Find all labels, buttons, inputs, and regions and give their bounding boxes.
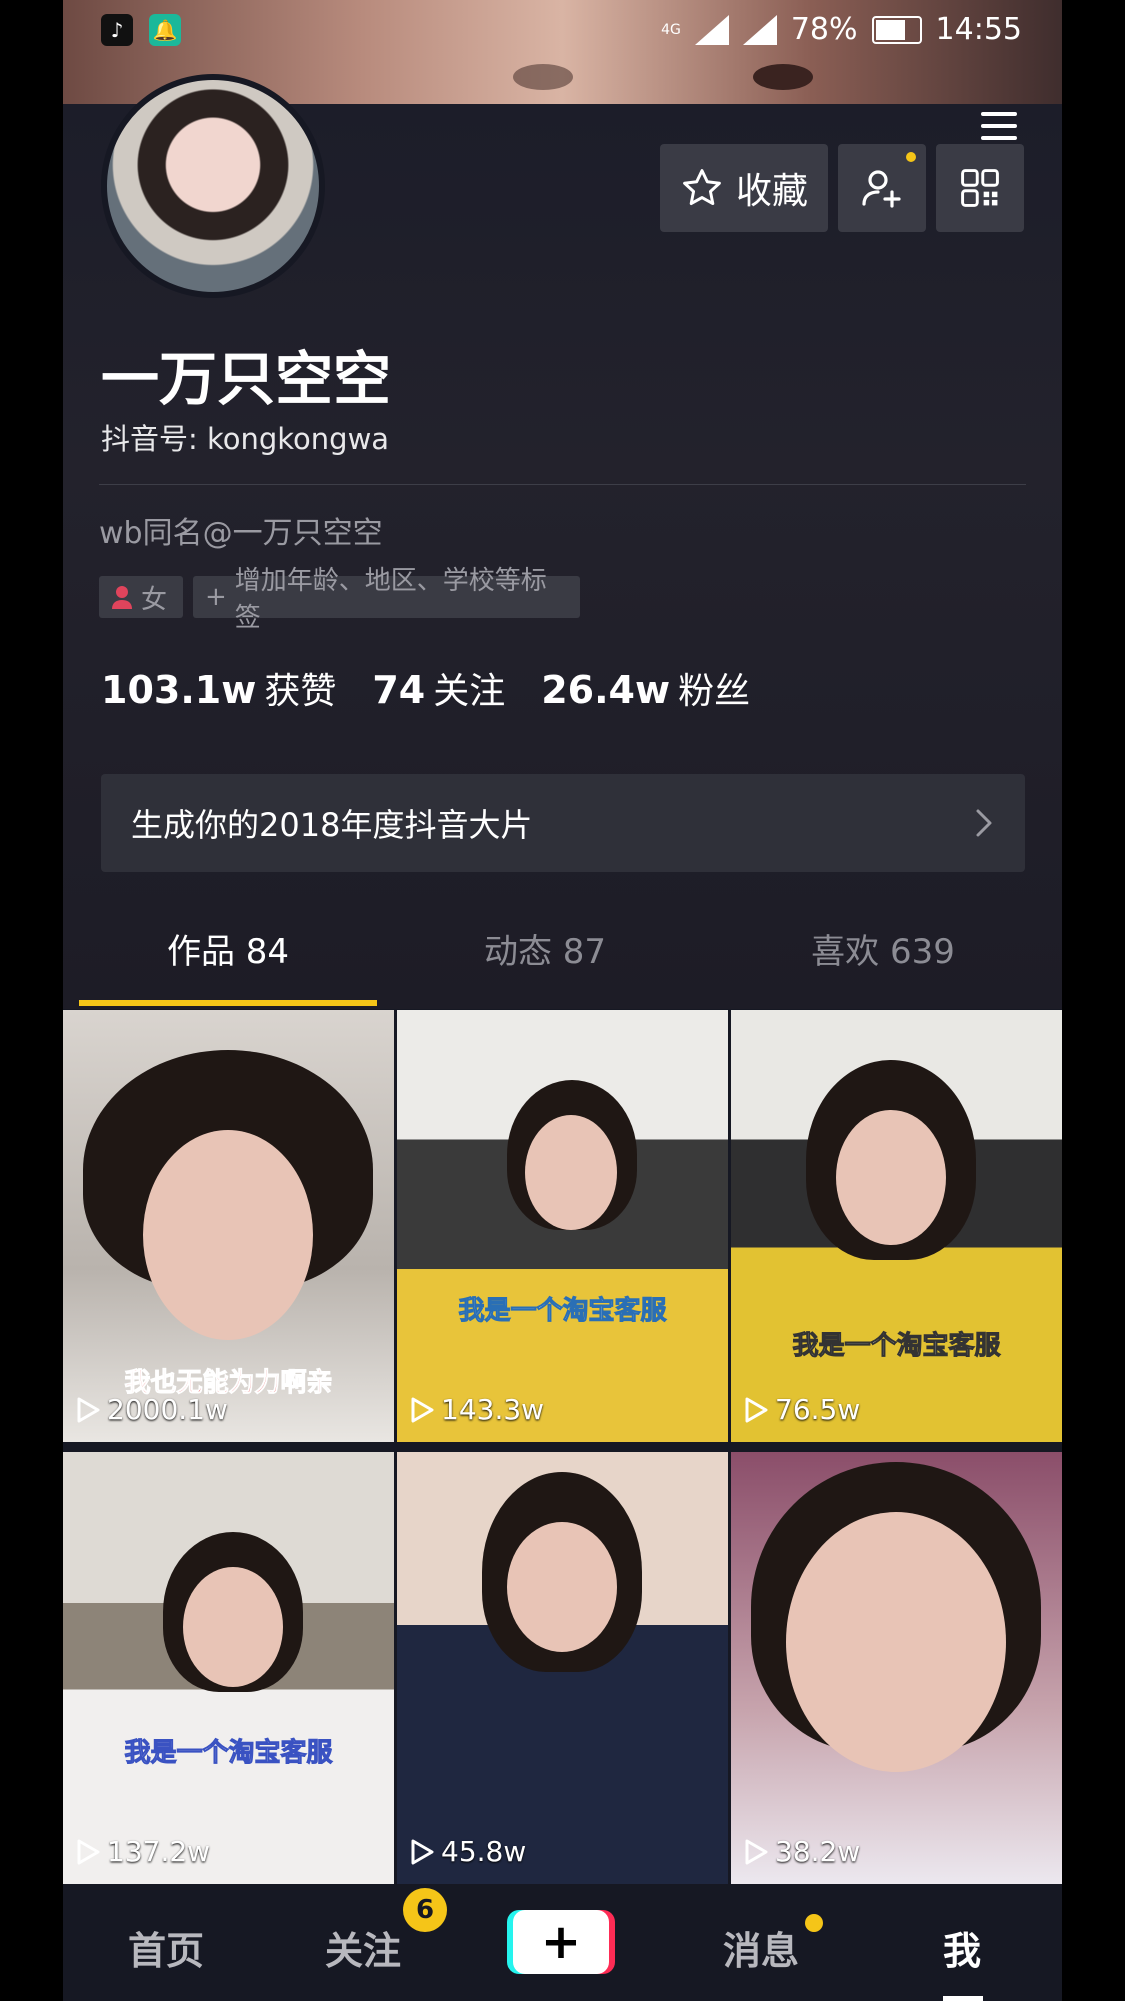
video-caption: 我是一个淘宝客服 [792, 1331, 1001, 1362]
gender-tag: 女 [99, 576, 183, 618]
gender-label: 女 [141, 584, 168, 615]
battery-percent: 78% [790, 12, 858, 47]
annual-video-banner[interactable]: 生成你的2018年度抖音大片 [101, 774, 1025, 872]
favorites-button[interactable]: 收藏 [660, 144, 828, 232]
nav-me[interactable]: 我 [943, 1920, 981, 1975]
cover-eye [513, 64, 573, 90]
play-count-value: 45.8w [441, 1835, 527, 1868]
play-icon [411, 1397, 434, 1422]
add-user-icon [862, 170, 901, 208]
play-count: 137.2w [75, 1835, 210, 1868]
likes-label: 获赞 [264, 671, 337, 712]
tab-works[interactable]: 作品 84 [79, 924, 377, 973]
video-thumbnail[interactable]: 我是一个淘宝客服 76.5w [731, 1010, 1062, 1442]
banner-text: 生成你的2018年度抖音大片 [131, 806, 533, 844]
following-count: 74 [372, 668, 426, 712]
bottom-nav: 首页 关注 6 + 消息 我 [63, 1888, 1062, 2001]
play-count: 76.5w [743, 1393, 860, 1426]
douyin-id: 抖音号: kongkongwa [101, 422, 390, 456]
play-count: 45.8w [409, 1835, 526, 1868]
video-thumbnail[interactable]: 45.8w [397, 1452, 728, 1884]
nav-messages[interactable]: 消息 [723, 1920, 799, 1975]
add-tags-label: 增加年龄、地区、学校等标签 [234, 566, 547, 633]
chevron-right-icon [976, 809, 992, 837]
signal-icon [742, 14, 777, 45]
video-thumbnail[interactable]: 我也无能为力啊亲 2000.1w [63, 1010, 394, 1442]
play-icon [77, 1839, 100, 1864]
divider [99, 484, 1026, 485]
play-icon [77, 1397, 100, 1422]
profile-section: 收藏 一万只空空 抖音号: kongkongwa wb同名@一万只空空 女 + … [63, 74, 1062, 1009]
video-caption: 我是一个淘宝客服 [458, 1296, 667, 1327]
plus-icon: + [205, 582, 227, 612]
tab-likes[interactable]: 喜欢 639 [718, 924, 1048, 973]
nickname: 一万只空空 [101, 345, 392, 413]
followers-count: 26.4w [541, 668, 671, 712]
play-count-value: 2000.1w [107, 1393, 228, 1426]
play-icon [411, 1839, 434, 1864]
play-count: 2000.1w [75, 1393, 228, 1426]
play-count-value: 38.2w [775, 1835, 861, 1868]
add-tags-button[interactable]: + 增加年龄、地区、学校等标签 [193, 566, 580, 633]
bio: wb同名@一万只空空 [99, 516, 383, 551]
following-badge: 6 [403, 1888, 447, 1932]
play-count: 143.3w [409, 1393, 544, 1426]
qr-code-icon [961, 169, 999, 207]
profile-stats: 103.1w 获赞 74 关注 26.4w 粉丝 [101, 662, 750, 714]
following-label: 关注 [433, 671, 506, 712]
favorites-label: 收藏 [735, 171, 808, 212]
messages-dot [805, 1914, 823, 1932]
active-nav-indicator [943, 1996, 983, 2001]
qr-code-button[interactable] [936, 144, 1024, 232]
play-count-value: 76.5w [775, 1393, 861, 1426]
play-count: 38.2w [743, 1835, 860, 1868]
active-tab-indicator [79, 1000, 377, 1006]
video-thumbnail[interactable]: 我是一个淘宝客服 137.2w [63, 1452, 394, 1884]
play-icon [745, 1839, 768, 1864]
likes-count: 103.1w [101, 668, 257, 712]
battery-icon [871, 15, 922, 44]
hamburger-icon [981, 112, 1017, 140]
status-bar: ♪ 🔔 4G 78% 14:55 [63, 0, 1062, 60]
female-user-icon [112, 586, 132, 609]
video-thumbnail[interactable]: 我是一个淘宝客服 143.3w [397, 1010, 728, 1442]
create-video-button[interactable]: + [513, 1910, 609, 1974]
nav-following[interactable]: 关注 [325, 1920, 401, 1975]
video-thumbnail[interactable]: 38.2w [731, 1452, 1062, 1884]
add-friend-button[interactable] [838, 144, 926, 232]
following-stat[interactable]: 74 关注 [372, 662, 505, 714]
network-type: 4G [661, 21, 681, 38]
play-count-value: 143.3w [441, 1393, 545, 1426]
star-icon [683, 169, 721, 206]
profile-tabs: 作品 84 动态 87 喜欢 639 [63, 924, 1062, 1009]
signal-icon [694, 14, 729, 45]
play-count-value: 137.2w [107, 1835, 211, 1868]
video-caption: 我是一个淘宝客服 [124, 1738, 333, 1769]
video-grid: 我也无能为力啊亲 2000.1w 我是一个淘宝客服 143.3w 我是一个淘宝客… [63, 1010, 1062, 1884]
nav-home[interactable]: 首页 [128, 1920, 204, 1975]
notification-dot [906, 152, 916, 162]
play-icon [745, 1397, 768, 1422]
followers-stat[interactable]: 26.4w 粉丝 [541, 662, 750, 714]
phone-screen: ♪ 🔔 4G 78% 14:55 收藏 一万只空空 抖音号: kongkongw… [63, 0, 1062, 2001]
clock: 14:55 [935, 12, 1022, 47]
followers-label: 粉丝 [678, 671, 751, 712]
cover-eye [753, 64, 813, 90]
likes-stat[interactable]: 103.1w 获赞 [101, 662, 336, 714]
tiktok-notification-icon: ♪ [101, 14, 133, 46]
avatar[interactable] [101, 74, 325, 298]
bell-notification-icon: 🔔 [149, 14, 181, 46]
tab-dynamic[interactable]: 动态 87 [396, 924, 694, 973]
